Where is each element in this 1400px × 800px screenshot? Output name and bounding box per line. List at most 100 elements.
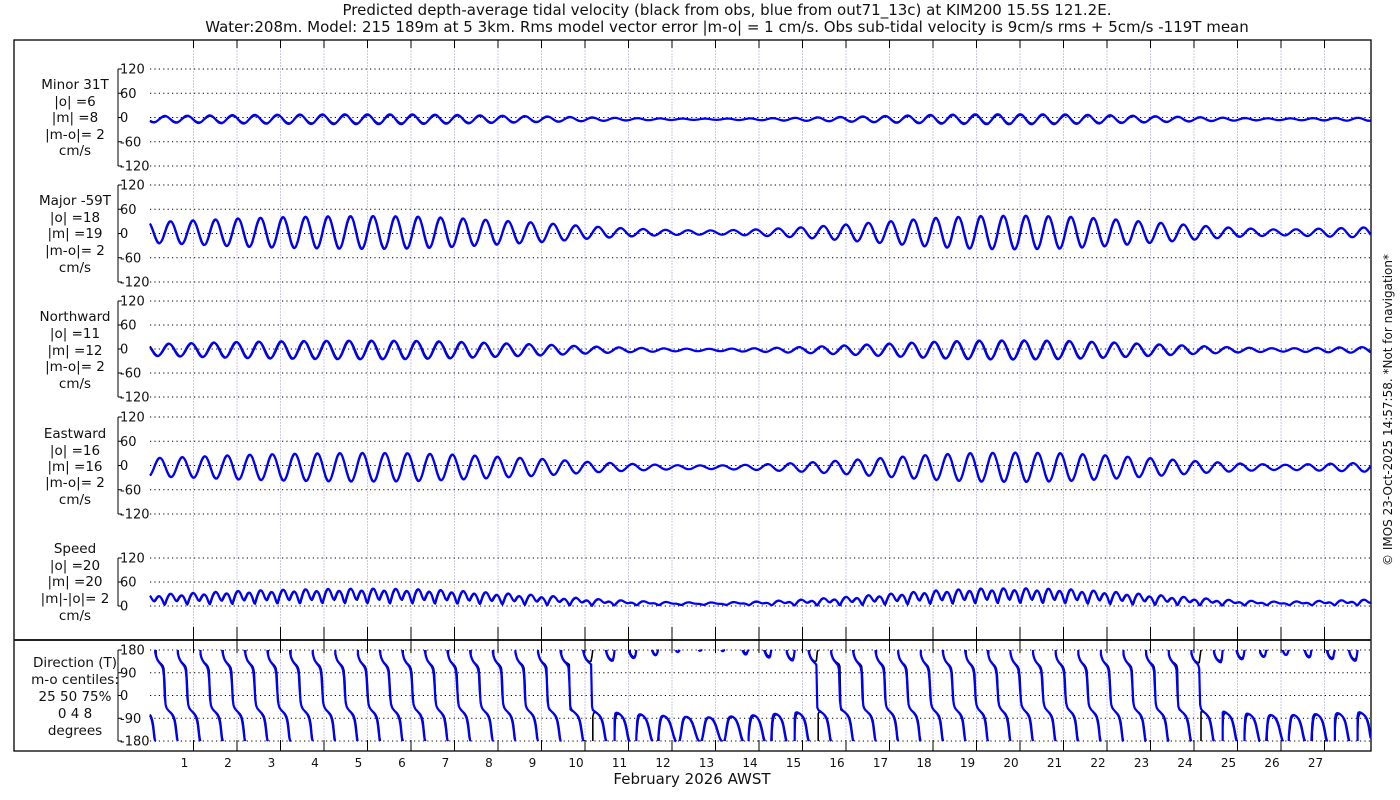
figure-frame <box>13 39 1372 752</box>
x-tick-label: 24 <box>1177 756 1192 770</box>
x-tick-label: 13 <box>699 756 714 770</box>
x-tick-label: 8 <box>485 756 493 770</box>
panel-label-minor: cm/s <box>59 143 91 159</box>
y-tick-label: 120 <box>120 411 145 426</box>
y-tick-label: -120 <box>120 508 150 523</box>
x-tick-label: 20 <box>1003 756 1018 770</box>
panel-label-major: cm/s <box>59 260 91 276</box>
y-tick-label: 0 <box>120 689 128 704</box>
panel-label-east: |m| =16 <box>47 459 102 475</box>
x-tick-label: 26 <box>1264 756 1279 770</box>
y-tick-label: 180 <box>120 644 145 659</box>
panel-label-speed: cm/s <box>59 608 91 624</box>
panel-label-direction: degrees <box>48 723 102 739</box>
panel-label-east: Eastward <box>44 426 106 442</box>
panel-direction: 180 90 0 -90 -180 Direction (T)m-o centiles:2… <box>31 644 1372 750</box>
panel-label-north: |m| =12 <box>47 343 102 359</box>
panel-label-speed: Speed <box>54 541 96 557</box>
x-tick-label: 27 <box>1308 756 1323 770</box>
y-tick-label: 60 <box>120 576 137 591</box>
x-tick-label: 19 <box>960 756 975 770</box>
y-tick-label: 60 <box>120 435 137 450</box>
panel-label-direction: 25 50 75% <box>39 689 112 705</box>
y-tick-label: -120 <box>120 276 150 291</box>
x-axis-label: February 2026 AWST <box>613 770 771 788</box>
copyright-note: © IMOS 23-Oct-2025 14:57:58. *Not for na… <box>1381 254 1395 566</box>
panel-label-direction: 0 4 8 <box>58 706 92 722</box>
panel-label-major: |m-o|= 2 <box>45 243 105 259</box>
y-tick-label: -90 <box>120 712 141 727</box>
model-series-direction <box>149 649 1372 743</box>
panel-label-east: |o| =16 <box>50 443 100 459</box>
y-tick-label: -60 <box>120 367 141 382</box>
panel-speed: 120 60 0 Speed|o| =20|m| =20|m|-|o|= 2cm/s <box>41 541 1371 624</box>
panel-label-direction: Direction (T) <box>33 655 117 671</box>
panel-label-north: cm/s <box>59 376 91 392</box>
panel-label-east: cm/s <box>59 492 91 508</box>
y-tick-label: 90 <box>120 666 137 681</box>
panel-east: 120 60 0 -60 -120 Eastward|o| =16|m| =16|m-o|… <box>44 411 1372 523</box>
x-tick-label: 23 <box>1134 756 1149 770</box>
x-tick-label: 14 <box>742 756 757 770</box>
x-tick-label: 25 <box>1221 756 1236 770</box>
panel-label-north: Northward <box>40 309 111 325</box>
panel-label-speed: |m| =20 <box>47 574 102 590</box>
x-tick-label: 7 <box>442 756 450 770</box>
x-tick-label: 9 <box>529 756 537 770</box>
x-tick-label: 12 <box>655 756 670 770</box>
x-tick-label: 1 <box>181 756 189 770</box>
panel-minor: 120 60 0 -60 -120 Minor 31T|o| =6|m| =8|m-o|=… <box>41 63 1371 175</box>
panel-label-major: Major -59T <box>39 193 112 209</box>
panel-label-north: |m-o|= 2 <box>45 359 105 375</box>
y-tick-label: 120 <box>120 295 145 310</box>
panel-label-minor: |m| =8 <box>52 110 98 126</box>
panel-label-major: |o| =18 <box>50 210 100 226</box>
y-tick-label: -180 <box>120 735 150 750</box>
panel-label-speed: |m|-|o|= 2 <box>41 591 110 607</box>
panel-label-major: |m| =19 <box>47 226 102 242</box>
x-tick-label: 6 <box>398 756 406 770</box>
x-tick-label: 2 <box>224 756 232 770</box>
panel-label-north: |o| =11 <box>50 326 100 342</box>
x-tick-label: 3 <box>268 756 276 770</box>
y-tick-label: 0 <box>120 459 128 474</box>
x-tick-label: 5 <box>355 756 363 770</box>
panel-label-minor: Minor 31T <box>41 77 109 93</box>
x-tick-label: 18 <box>916 756 931 770</box>
x-tick-label: 17 <box>873 756 888 770</box>
x-tick-label: 11 <box>612 756 627 770</box>
y-tick-label: 60 <box>120 319 137 334</box>
panel-label-east: |m-o|= 2 <box>45 475 105 491</box>
panel-label-minor: |o| =6 <box>54 94 96 110</box>
y-tick-label: 60 <box>120 87 137 102</box>
panel-major: 120 60 0 -60 -120 Major -59T|o| =18|m| =19|m-… <box>39 179 1372 291</box>
y-tick-label: -120 <box>120 160 150 175</box>
y-tick-label: -60 <box>120 251 141 266</box>
y-tick-label: -60 <box>120 483 141 498</box>
x-tick-label: 15 <box>786 756 801 770</box>
panel-label-direction: m-o centiles: <box>31 672 119 688</box>
chart-title-line2: Water:208m. Model: 215 189m at 5 3km. Rm… <box>205 18 1249 36</box>
panel-label-speed: |o| =20 <box>50 558 100 574</box>
y-tick-label: 0 <box>120 227 128 242</box>
y-tick-label: 60 <box>120 203 137 218</box>
model-series-speed <box>149 587 1371 607</box>
x-tick-label: 21 <box>1047 756 1062 770</box>
y-tick-label: -60 <box>120 135 141 150</box>
y-tick-label: 0 <box>120 343 128 358</box>
x-tick-label: 10 <box>568 756 583 770</box>
x-tick-label: 22 <box>1090 756 1105 770</box>
model-series-east <box>149 451 1372 483</box>
panel-label-minor: |m-o|= 2 <box>45 127 105 143</box>
y-tick-label: 0 <box>120 111 128 126</box>
y-tick-label: -120 <box>120 391 150 406</box>
model-series-major <box>149 214 1372 251</box>
panel-north: 120 60 0 -60 -120 Northward|o| =11|m| =12|m-o… <box>40 295 1372 406</box>
y-tick-label: 120 <box>120 63 145 78</box>
x-tick-label: 4 <box>311 756 319 770</box>
y-tick-label: 120 <box>120 179 145 194</box>
y-tick-label: 120 <box>120 552 145 567</box>
x-tick-label: 16 <box>829 756 844 770</box>
tidal-velocity-figure: Predicted depth-average tidal velocity (… <box>13 1 1395 788</box>
y-tick-label: 0 <box>120 600 128 615</box>
